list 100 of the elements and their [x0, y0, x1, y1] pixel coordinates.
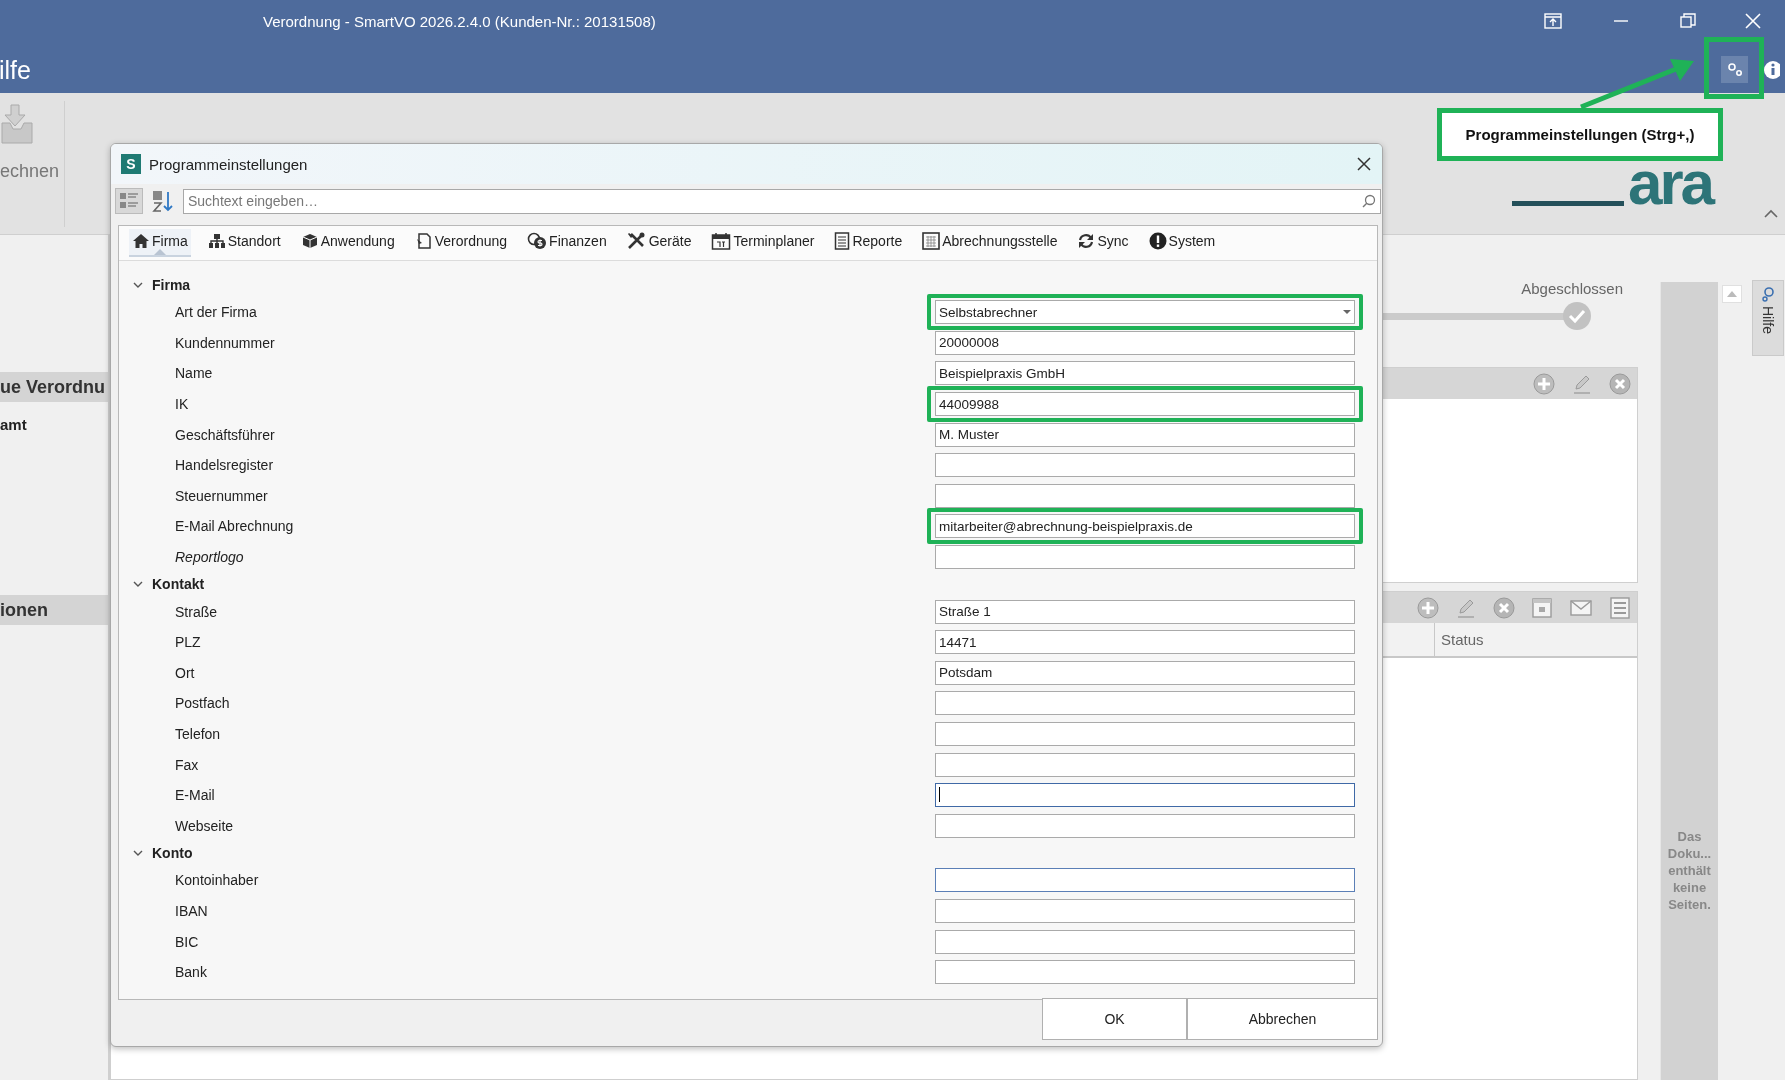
field-label: PLZ — [175, 634, 202, 651]
document-icon — [414, 233, 433, 249]
settings-icon — [1725, 61, 1744, 78]
tools-icon — [626, 232, 647, 250]
tab[interactable]: Firma — [129, 229, 191, 257]
app-logo: S — [121, 154, 141, 174]
field-label: Straße — [175, 603, 218, 620]
text-field[interactable] — [935, 453, 1355, 478]
dropdown[interactable]: Selbstabrechner — [935, 300, 1355, 325]
text-field[interactable] — [935, 813, 1355, 838]
window-title: Verordnung - SmartVO 2026.2.4.0 (Kunden-Nr.: 20131508) — [263, 13, 656, 30]
text-field[interactable] — [935, 752, 1355, 777]
column-header[interactable]: Status — [1435, 623, 1484, 656]
tab[interactable]: Standort — [204, 229, 284, 257]
ok-button[interactable]: OK — [1042, 998, 1187, 1040]
dialog-title: Programmeinstellungen — [149, 155, 308, 173]
tab[interactable]: Terminplaner — [708, 228, 818, 258]
info-icon[interactable] — [1762, 58, 1780, 81]
field-label: Fax — [175, 756, 200, 773]
text-field[interactable] — [935, 899, 1355, 923]
field-label: Webseite — [175, 817, 235, 834]
field-label: Name — [175, 365, 214, 382]
text-field[interactable]: 44009988 — [935, 392, 1355, 417]
highlight-frame — [1704, 37, 1764, 99]
add-icon[interactable] — [1533, 372, 1555, 395]
field-label: Kundennummer — [175, 334, 276, 351]
brand-logo: ara — [1628, 162, 1713, 204]
field-label: E-Mail Abrechnung — [175, 518, 295, 535]
coins-icon — [527, 232, 548, 250]
text-field[interactable]: Straße 1 — [935, 599, 1355, 624]
field-label: E-Mail — [175, 787, 216, 804]
empty-message: Das Doku... enthält keine Seiten. — [1666, 828, 1713, 913]
calendar-icon — [711, 232, 732, 250]
side-tab[interactable]: Hilfe — [1752, 280, 1784, 356]
collapse-icon[interactable] — [1764, 209, 1778, 219]
field-label: Telefon — [175, 726, 222, 742]
tab[interactable]: Sync — [1074, 229, 1132, 257]
field-label: IBAN — [175, 903, 209, 919]
section-header: ionen — [0, 595, 108, 625]
text-field[interactable] — [935, 960, 1355, 985]
section-title: Kontakt — [152, 576, 205, 593]
tab[interactable]: Geräte — [623, 228, 695, 258]
settings-button[interactable] — [1721, 56, 1748, 83]
menu-item[interactable]: ilfe — [0, 54, 31, 85]
field-label: Reportlogo — [175, 549, 245, 566]
text-field[interactable] — [935, 783, 1355, 808]
scroll-up-button[interactable] — [1722, 285, 1742, 303]
field-label: Postfach — [175, 695, 231, 712]
category-view-button[interactable] — [115, 188, 143, 214]
text-field[interactable] — [935, 929, 1355, 954]
list-item[interactable]: amt — [0, 416, 108, 540]
pin-window-icon[interactable] — [1544, 12, 1562, 30]
delete-icon[interactable] — [1493, 596, 1515, 619]
close-icon[interactable] — [1356, 156, 1372, 172]
image-field[interactable] — [935, 545, 1355, 570]
tab[interactable]: Finanzen — [524, 228, 610, 258]
house-icon — [132, 233, 150, 249]
tooltip: Programmeinstellungen (Strg+,) — [1437, 108, 1723, 161]
section-title: Konto — [152, 845, 193, 862]
text-cursor — [939, 787, 940, 803]
field-label: Kontoinhaber — [175, 872, 260, 889]
text-field[interactable]: mitarbeiter@abrechnung-beispielpraxis.de — [935, 514, 1355, 539]
tab[interactable]: Verordnung — [411, 229, 511, 257]
field-label: Ort — [175, 664, 196, 681]
tab[interactable]: Anwendung — [297, 229, 398, 257]
add-icon[interactable] — [1417, 596, 1439, 619]
mail-icon[interactable] — [1569, 597, 1593, 618]
text-field[interactable] — [935, 722, 1355, 746]
field-label: Bank — [175, 964, 208, 981]
document-lines-icon — [834, 232, 851, 250]
text-field[interactable] — [935, 483, 1355, 508]
field-label: Steuernummer — [175, 487, 269, 504]
sync-icon — [1077, 233, 1096, 249]
text-field[interactable] — [935, 868, 1355, 893]
exclamation-icon — [1148, 232, 1167, 250]
text-field[interactable]: Potsdam — [935, 660, 1355, 685]
categories-icon — [119, 192, 139, 210]
scroll-up-icon — [1727, 291, 1737, 297]
cancel-button[interactable]: Abbrechen — [1187, 998, 1378, 1040]
list-icon[interactable] — [1609, 596, 1631, 619]
text-field[interactable]: Beispielpraxis GmbH — [935, 361, 1355, 386]
tab[interactable]: Reporte — [831, 228, 906, 258]
delete-icon[interactable] — [1609, 372, 1631, 395]
sort-icon[interactable] — [152, 189, 174, 213]
text-field[interactable]: M. Muster — [935, 422, 1355, 447]
text-field[interactable]: 14471 — [935, 630, 1355, 655]
text-field[interactable]: 20000008 — [935, 330, 1355, 355]
restore-icon[interactable] — [1679, 12, 1697, 30]
ribbon-button-label[interactable]: echnen — [0, 161, 60, 182]
field-label: BIC — [175, 933, 200, 950]
section-title: Firma — [152, 277, 191, 293]
step-label: Abgeschlossen — [1521, 280, 1623, 297]
box-icon — [300, 233, 319, 249]
tab[interactable]: Abrechnungsstelle — [919, 228, 1061, 258]
tab[interactable]: System — [1145, 228, 1219, 258]
search-field[interactable]: Suchtext eingeben… — [183, 188, 1381, 214]
window-icon[interactable] — [1531, 596, 1553, 619]
text-field[interactable] — [935, 691, 1355, 716]
org-chart-icon — [207, 233, 226, 249]
field-label: Handelsregister — [175, 457, 275, 474]
